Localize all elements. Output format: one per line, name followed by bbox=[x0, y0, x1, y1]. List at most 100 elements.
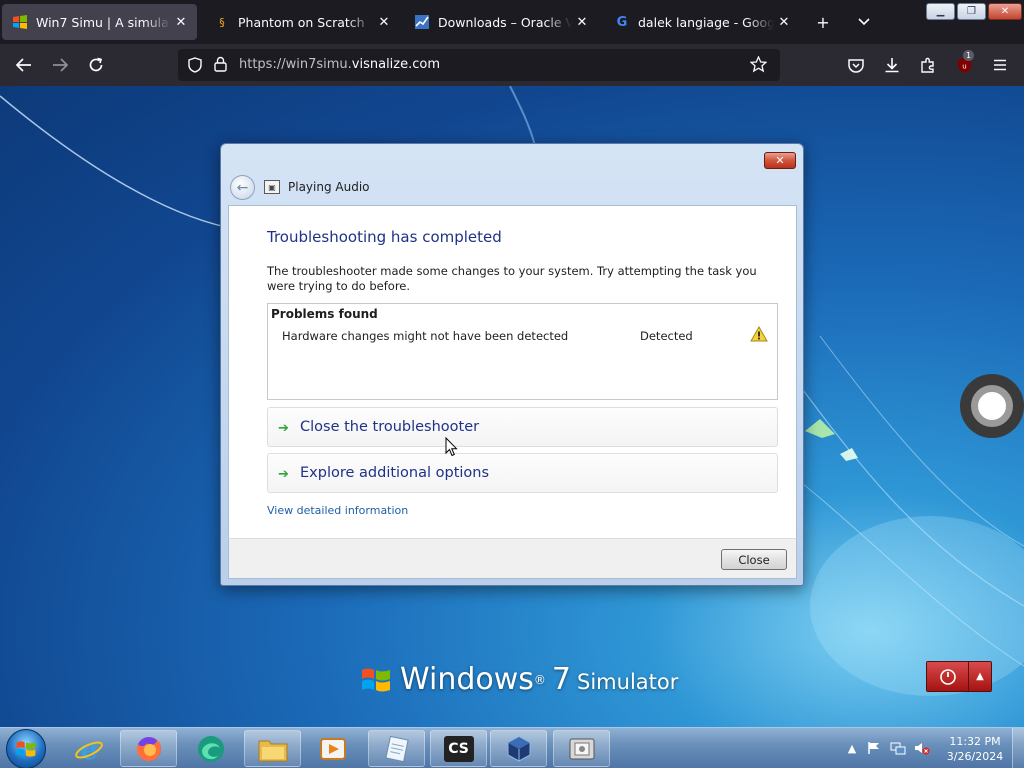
power-options-button[interactable]: ▲ bbox=[969, 662, 991, 691]
warning-icon bbox=[750, 325, 768, 345]
url-bar[interactable]: https://win7simu.visnalize.com bbox=[178, 49, 780, 81]
lock-icon[interactable] bbox=[214, 56, 227, 75]
start-button[interactable] bbox=[6, 729, 46, 768]
arrow-left-icon: ← bbox=[236, 179, 249, 196]
ring-icon bbox=[971, 385, 1013, 427]
windows-logo-icon bbox=[12, 14, 28, 30]
green-arrow-icon: ➔ bbox=[278, 421, 289, 436]
tab-phantom-scratch[interactable]: § Phantom on Scratch ✕ bbox=[204, 4, 400, 40]
close-tab-icon[interactable]: ✕ bbox=[774, 15, 794, 30]
close-tab-icon[interactable]: ✕ bbox=[374, 15, 394, 30]
dialog-footer: Close bbox=[228, 538, 797, 579]
extension-badge: 1 bbox=[963, 50, 975, 61]
taskbar-clock[interactable]: 11:32 PM 3/26/2024 bbox=[940, 734, 1010, 764]
cs-icon: CS bbox=[443, 735, 474, 762]
media-player-icon bbox=[319, 737, 346, 760]
pocket-icon bbox=[848, 58, 864, 73]
extensions-button[interactable] bbox=[916, 53, 940, 77]
dialog-close-button[interactable]: ✕ bbox=[764, 152, 796, 169]
breadcrumb: Playing Audio bbox=[288, 180, 370, 194]
clock-date: 3/26/2024 bbox=[946, 750, 1004, 763]
close-tab-icon[interactable]: ✕ bbox=[171, 15, 191, 30]
close-tab-icon[interactable]: ✕ bbox=[572, 15, 592, 30]
taskbar-virtualbox[interactable] bbox=[490, 730, 547, 767]
close-button[interactable]: Close bbox=[721, 549, 787, 570]
taskbar-troubleshooter[interactable] bbox=[553, 730, 610, 767]
taskbar-edge[interactable] bbox=[182, 730, 239, 767]
svg-text:u: u bbox=[962, 62, 966, 70]
problems-list: Problems found Hardware changes might no… bbox=[267, 303, 778, 400]
close-icon: ✕ bbox=[1000, 6, 1010, 17]
tab-google-search[interactable]: G dalek langiage - Google Search ✕ bbox=[604, 4, 800, 40]
taskbar-media-player[interactable] bbox=[304, 730, 361, 767]
taskbar-notepad[interactable] bbox=[368, 730, 425, 767]
tab-title: Phantom on Scratch bbox=[238, 14, 365, 30]
action-center-icon[interactable] bbox=[866, 740, 882, 756]
close-troubleshooter-link[interactable]: ➔ Close the troubleshooter bbox=[267, 407, 778, 447]
tab-title: Downloads – Oracle VM VirtualBox bbox=[438, 14, 572, 30]
windows-flag-icon bbox=[16, 741, 36, 757]
logo-registered: ® bbox=[533, 673, 546, 687]
windows-flag-icon bbox=[360, 665, 392, 698]
taskbar-internet-explorer[interactable]: e bbox=[60, 730, 117, 767]
power-button[interactable] bbox=[927, 662, 969, 691]
firefox-icon bbox=[136, 736, 161, 761]
download-icon bbox=[885, 58, 899, 73]
tab-win7simu[interactable]: Win7 Simu | A simulator of Windows 7 ✕ bbox=[2, 4, 197, 40]
clock-time: 11:32 PM bbox=[949, 735, 1001, 748]
url-prefix: https://win7simu. bbox=[239, 57, 352, 72]
scanner-icon bbox=[569, 738, 594, 759]
pocket-button[interactable] bbox=[844, 53, 868, 77]
reload-icon bbox=[89, 57, 103, 72]
logo-seven: 7 bbox=[551, 662, 572, 697]
problem-name: Hardware changes might not have been det… bbox=[282, 329, 569, 343]
tab-virtualbox-downloads[interactable]: Downloads – Oracle VM VirtualBox ✕ bbox=[404, 4, 598, 40]
network-icon[interactable] bbox=[890, 740, 906, 756]
restore-icon: ❐ bbox=[967, 6, 976, 17]
app-menu-button[interactable] bbox=[988, 53, 1012, 77]
file-explorer-icon bbox=[258, 740, 287, 761]
bookmark-star-icon[interactable] bbox=[749, 55, 768, 76]
url-domain: visnalize.com bbox=[351, 57, 441, 72]
win7-desktop: ✕ ← ▣ Playing Audio Troubleshooting has … bbox=[0, 86, 1024, 727]
problem-status: Detected bbox=[640, 329, 693, 343]
dialog-back-button[interactable]: ← bbox=[230, 175, 255, 200]
view-detailed-information-link[interactable]: View detailed information bbox=[267, 504, 408, 517]
tab-list-button[interactable] bbox=[852, 10, 876, 34]
new-tab-button[interactable]: + bbox=[811, 10, 835, 34]
logo-word: Windows bbox=[400, 662, 534, 697]
internet-explorer-icon: e bbox=[74, 734, 103, 764]
downloads-button[interactable] bbox=[880, 53, 904, 77]
dialog-content: Troubleshooting has completed The troubl… bbox=[228, 205, 797, 538]
mouse-cursor-icon bbox=[445, 437, 458, 457]
floating-circle-button[interactable] bbox=[960, 374, 1024, 438]
browser-tab-bar: Win7 Simu | A simulator of Windows 7 ✕ §… bbox=[0, 0, 1024, 44]
volume-muted-icon[interactable] bbox=[914, 740, 930, 756]
scratch-cat-icon: § bbox=[219, 15, 225, 29]
google-icon: G bbox=[616, 14, 628, 30]
power-button-group: ▲ bbox=[926, 661, 992, 692]
reload-button[interactable] bbox=[84, 53, 108, 77]
taskbar-cs-app[interactable]: CS bbox=[430, 730, 487, 767]
windows7-simulator-logo: Windows® 7 Simulator bbox=[360, 664, 678, 698]
triangle-up-icon: ▲ bbox=[976, 671, 984, 682]
arrow-left-icon bbox=[16, 58, 31, 72]
browser-nav-bar: https://win7simu.visnalize.com u 1 bbox=[0, 44, 1024, 86]
command-label: Close the troubleshooter bbox=[300, 419, 480, 435]
close-window-button[interactable]: ✕ bbox=[988, 3, 1022, 20]
maximize-window-button[interactable]: ❐ bbox=[957, 3, 986, 20]
forward-button[interactable] bbox=[48, 53, 72, 77]
show-desktop-button[interactable] bbox=[1012, 728, 1024, 768]
show-hidden-icons-button[interactable]: ▲ bbox=[844, 740, 860, 756]
troubleshooter-dialog: ✕ ← ▣ Playing Audio Troubleshooting has … bbox=[220, 143, 804, 586]
back-button[interactable] bbox=[12, 53, 36, 77]
shield-icon[interactable] bbox=[188, 57, 202, 76]
tab-title: dalek langiage - Google Search bbox=[638, 14, 774, 30]
problems-header: Problems found bbox=[271, 307, 378, 321]
minimize-window-button[interactable]: ▁ bbox=[926, 3, 955, 20]
taskbar-firefox[interactable] bbox=[120, 730, 177, 767]
explore-options-link[interactable]: ➔ Explore additional options bbox=[267, 453, 778, 493]
url-text[interactable]: https://win7simu.visnalize.com bbox=[239, 57, 440, 72]
taskbar-file-explorer[interactable] bbox=[244, 730, 301, 767]
troubleshooter-icon: ▣ bbox=[264, 180, 280, 194]
